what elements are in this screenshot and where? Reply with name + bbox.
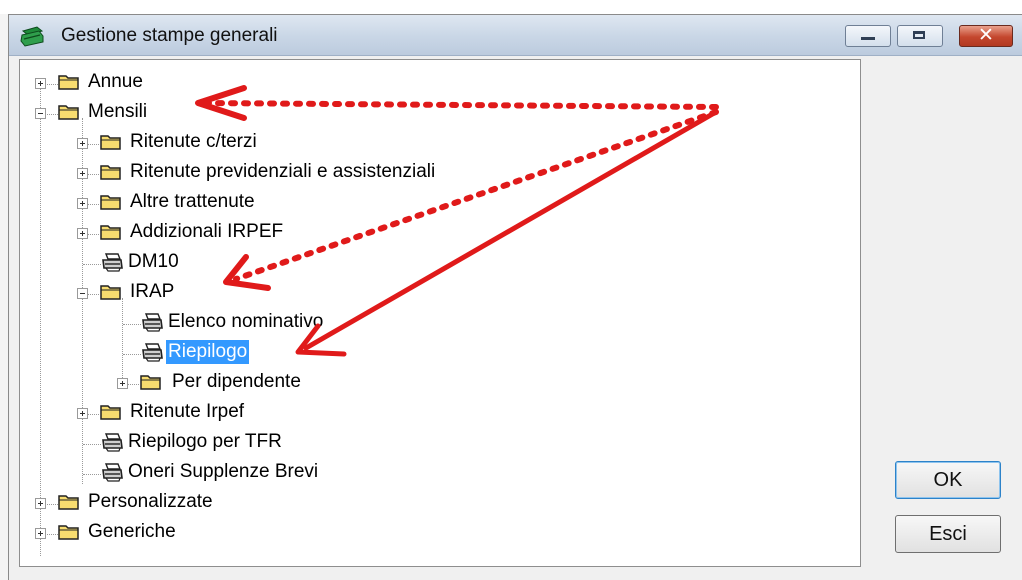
annotation-arrows (195, 85, 719, 357)
dotted-arrow-irap (233, 109, 719, 282)
solid-arrow-riepilogo (303, 109, 719, 351)
dotted-arrow-mensili (203, 100, 719, 110)
